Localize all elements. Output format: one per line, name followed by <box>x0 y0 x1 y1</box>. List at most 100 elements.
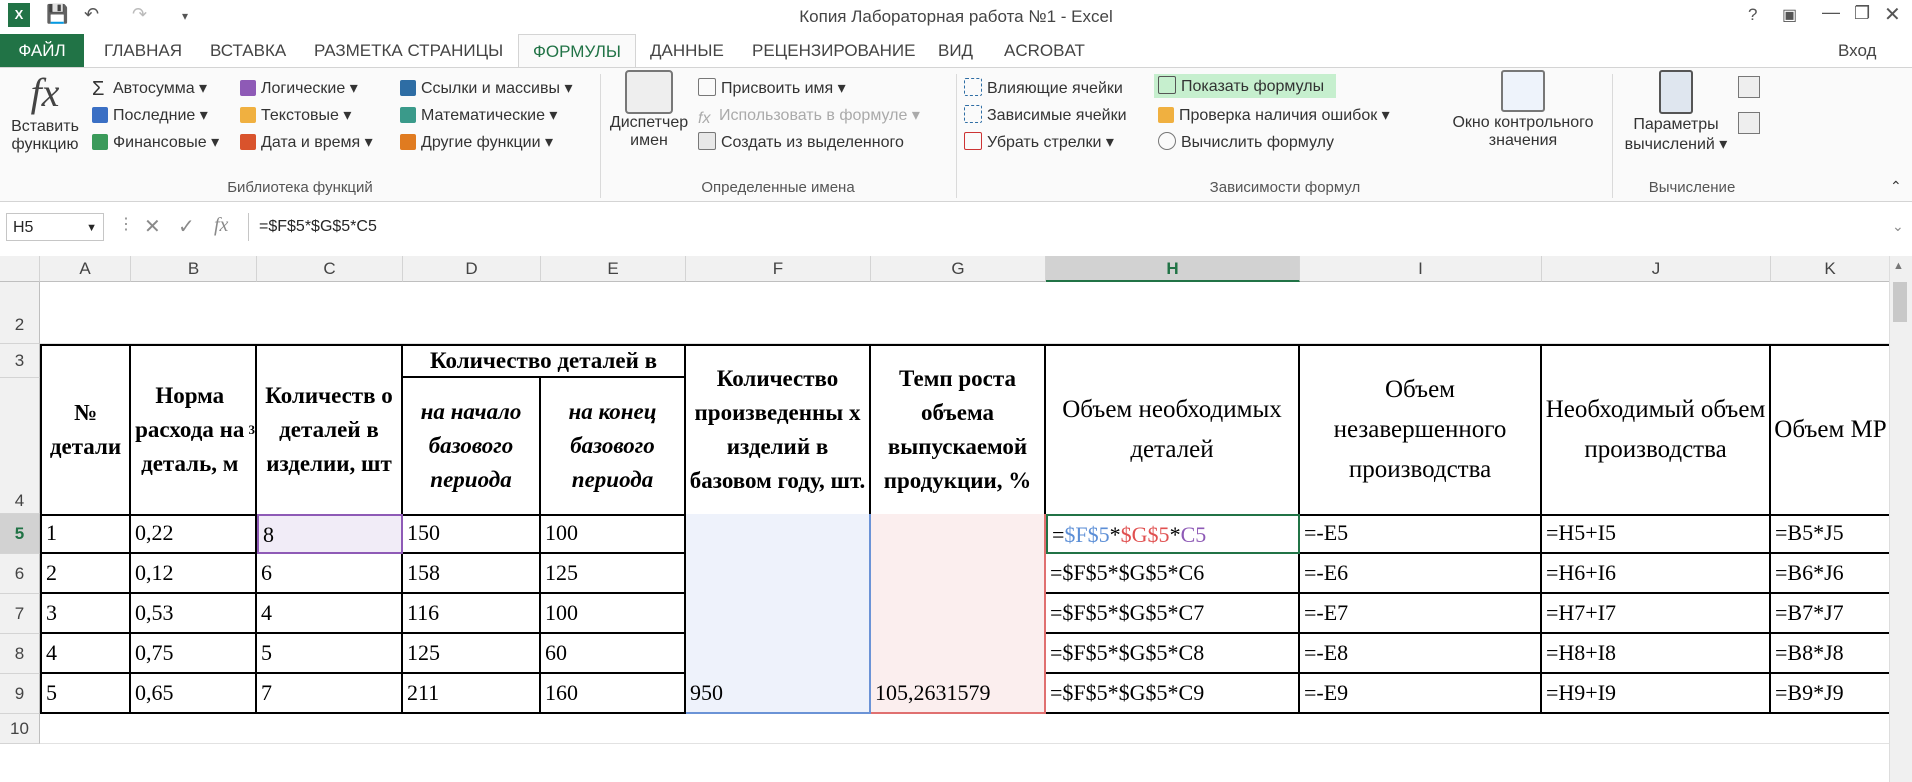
cell-a5[interactable]: 1 <box>40 514 131 554</box>
cell-a6[interactable]: 2 <box>40 554 131 594</box>
scroll-up-icon[interactable]: ▲ <box>1893 260 1904 272</box>
close-icon[interactable]: ✕ <box>1884 2 1901 27</box>
cell-i5[interactable]: =-E5 <box>1300 514 1542 554</box>
logical-button[interactable]: Логические ▾ <box>240 78 358 98</box>
select-all-corner[interactable] <box>0 256 40 282</box>
scroll-thumb[interactable] <box>1893 282 1907 322</box>
other-functions-button[interactable]: Другие функции ▾ <box>400 132 553 152</box>
cell-g6[interactable] <box>871 554 1046 594</box>
cell-c8[interactable]: 5 <box>257 634 403 674</box>
cell-a7[interactable]: 3 <box>40 594 131 634</box>
cell-d5[interactable]: 150 <box>403 514 541 554</box>
cell-a8[interactable]: 4 <box>40 634 131 674</box>
watch-window-button[interactable]: Окно контрольного значения <box>1438 70 1608 150</box>
lookup-button[interactable]: Ссылки и массивы ▾ <box>400 78 572 98</box>
cell-i7[interactable]: =-E7 <box>1300 594 1542 634</box>
signin-link[interactable]: Вход <box>1824 34 1890 68</box>
tab-acrobat[interactable]: ACROBAT <box>990 34 1099 68</box>
tab-page-layout[interactable]: РАЗМЕТКА СТРАНИЦЫ <box>300 34 517 68</box>
col-header-f[interactable]: F <box>686 256 871 282</box>
cell-k6[interactable]: =B6*J6 <box>1771 554 1890 594</box>
name-box[interactable]: H5 ▼ <box>6 213 104 241</box>
use-in-formula-button[interactable]: fx Использовать в формуле ▾ <box>698 105 920 127</box>
col-header-h[interactable]: H <box>1046 256 1300 282</box>
cell-c6[interactable]: 6 <box>257 554 403 594</box>
cell-d9[interactable]: 211 <box>403 674 541 714</box>
tab-view[interactable]: ВИД <box>924 34 987 68</box>
cell-f9[interactable]: 950 <box>686 674 871 714</box>
restore-icon[interactable]: ❐ <box>1854 3 1870 24</box>
tab-home[interactable]: ГЛАВНАЯ <box>90 34 196 68</box>
expand-formula-bar-icon[interactable]: ⌄ <box>1892 218 1904 235</box>
col-header-g[interactable]: G <box>871 256 1046 282</box>
cell-b7[interactable]: 0,53 <box>131 594 257 634</box>
cell-i6[interactable]: =-E6 <box>1300 554 1542 594</box>
header-required-parts[interactable]: Объем необходимых деталей <box>1046 344 1300 516</box>
text-button[interactable]: Текстовые ▾ <box>240 105 351 125</box>
header-growth-rate[interactable]: Темп роста объема выпускаемой продукции,… <box>871 344 1046 516</box>
cell-f5[interactable] <box>686 514 871 554</box>
cell-f8[interactable] <box>686 634 871 674</box>
vertical-scrollbar[interactable]: ▲ <box>1889 256 1912 782</box>
cell-k7[interactable]: =B7*J7 <box>1771 594 1890 634</box>
col-header-e[interactable]: E <box>541 256 686 282</box>
row-header-7[interactable]: 7 <box>0 594 40 634</box>
header-required-production[interactable]: Необходимый объем производства <box>1542 344 1771 516</box>
create-from-selection-button[interactable]: Создать из выделенного <box>698 132 904 152</box>
cell-e9[interactable]: 160 <box>541 674 686 714</box>
cell-b5[interactable]: 0,22 <box>131 514 257 554</box>
tab-file[interactable]: ФАЙЛ <box>0 34 84 68</box>
col-header-k[interactable]: K <box>1771 256 1890 282</box>
header-start-period[interactable]: на начало базового периода <box>403 378 541 516</box>
col-header-b[interactable]: B <box>131 256 257 282</box>
cell-d7[interactable]: 116 <box>403 594 541 634</box>
calc-options-button[interactable]: Параметры вычислений ▾ <box>1616 70 1736 154</box>
row-header-3[interactable]: 3 <box>0 344 40 378</box>
col-header-i[interactable]: I <box>1300 256 1542 282</box>
cell-h8[interactable]: =$F$5*$G$5*C8 <box>1046 634 1300 674</box>
cell-j8[interactable]: =H8+I8 <box>1542 634 1771 674</box>
cell-j6[interactable]: =H6+I6 <box>1542 554 1771 594</box>
trace-dependents-button[interactable]: Зависимые ячейки <box>964 105 1127 125</box>
cell-b6[interactable]: 0,12 <box>131 554 257 594</box>
calculate-now-icon[interactable] <box>1738 76 1760 98</box>
cell-f6[interactable] <box>686 554 871 594</box>
tab-review[interactable]: РЕЦЕНЗИРОВАНИЕ <box>738 34 930 68</box>
collapse-ribbon-icon[interactable]: ⌃ <box>1890 178 1902 195</box>
cell-h6[interactable]: =$F$5*$G$5*C6 <box>1046 554 1300 594</box>
col-header-c[interactable]: C <box>257 256 403 282</box>
cell-k9[interactable]: =B9*J9 <box>1771 674 1890 714</box>
row-header-4[interactable]: 4 <box>0 378 40 514</box>
cell-j9[interactable]: =H9+I9 <box>1542 674 1771 714</box>
row-header-5[interactable]: 5 <box>0 514 40 554</box>
ribbon-display-icon[interactable]: ▣ <box>1782 5 1797 25</box>
header-mr-volume[interactable]: Объем МР <box>1771 344 1890 516</box>
cell-c7[interactable]: 4 <box>257 594 403 634</box>
cell-d6[interactable]: 158 <box>403 554 541 594</box>
row-header-8[interactable]: 8 <box>0 634 40 674</box>
tab-insert[interactable]: ВСТАВКА <box>196 34 300 68</box>
row-header-2[interactable]: 2 <box>0 282 40 344</box>
cell-f7[interactable] <box>686 594 871 634</box>
cell-j7[interactable]: =H7+I7 <box>1542 594 1771 634</box>
header-end-period[interactable]: на конец базового периода <box>541 378 686 516</box>
datetime-button[interactable]: Дата и время ▾ <box>240 132 373 152</box>
cell-k5[interactable]: =B5*J5 <box>1771 514 1890 554</box>
cell-j5[interactable]: =H5+I5 <box>1542 514 1771 554</box>
recent-button[interactable]: Последние ▾ <box>92 105 208 125</box>
cell-b9[interactable]: 0,65 <box>131 674 257 714</box>
cell-b8[interactable]: 0,75 <box>131 634 257 674</box>
row-2-cells[interactable] <box>40 282 1890 344</box>
cell-i8[interactable]: =-E8 <box>1300 634 1542 674</box>
cell-c9[interactable]: 7 <box>257 674 403 714</box>
row-header-10[interactable]: 10 <box>0 714 40 744</box>
tab-formulas[interactable]: ФОРМУЛЫ <box>518 34 636 69</box>
name-manager-button[interactable]: Диспетчер имен <box>604 70 694 150</box>
help-icon[interactable]: ? <box>1748 5 1757 25</box>
cell-k8[interactable]: =B8*J8 <box>1771 634 1890 674</box>
formula-input[interactable]: =$F$5*$G$5*C5 <box>248 213 1899 241</box>
cell-d8[interactable]: 125 <box>403 634 541 674</box>
tab-data[interactable]: ДАННЫЕ <box>636 34 738 68</box>
cell-e5[interactable]: 100 <box>541 514 686 554</box>
cell-h9[interactable]: =$F$5*$G$5*C9 <box>1046 674 1300 714</box>
